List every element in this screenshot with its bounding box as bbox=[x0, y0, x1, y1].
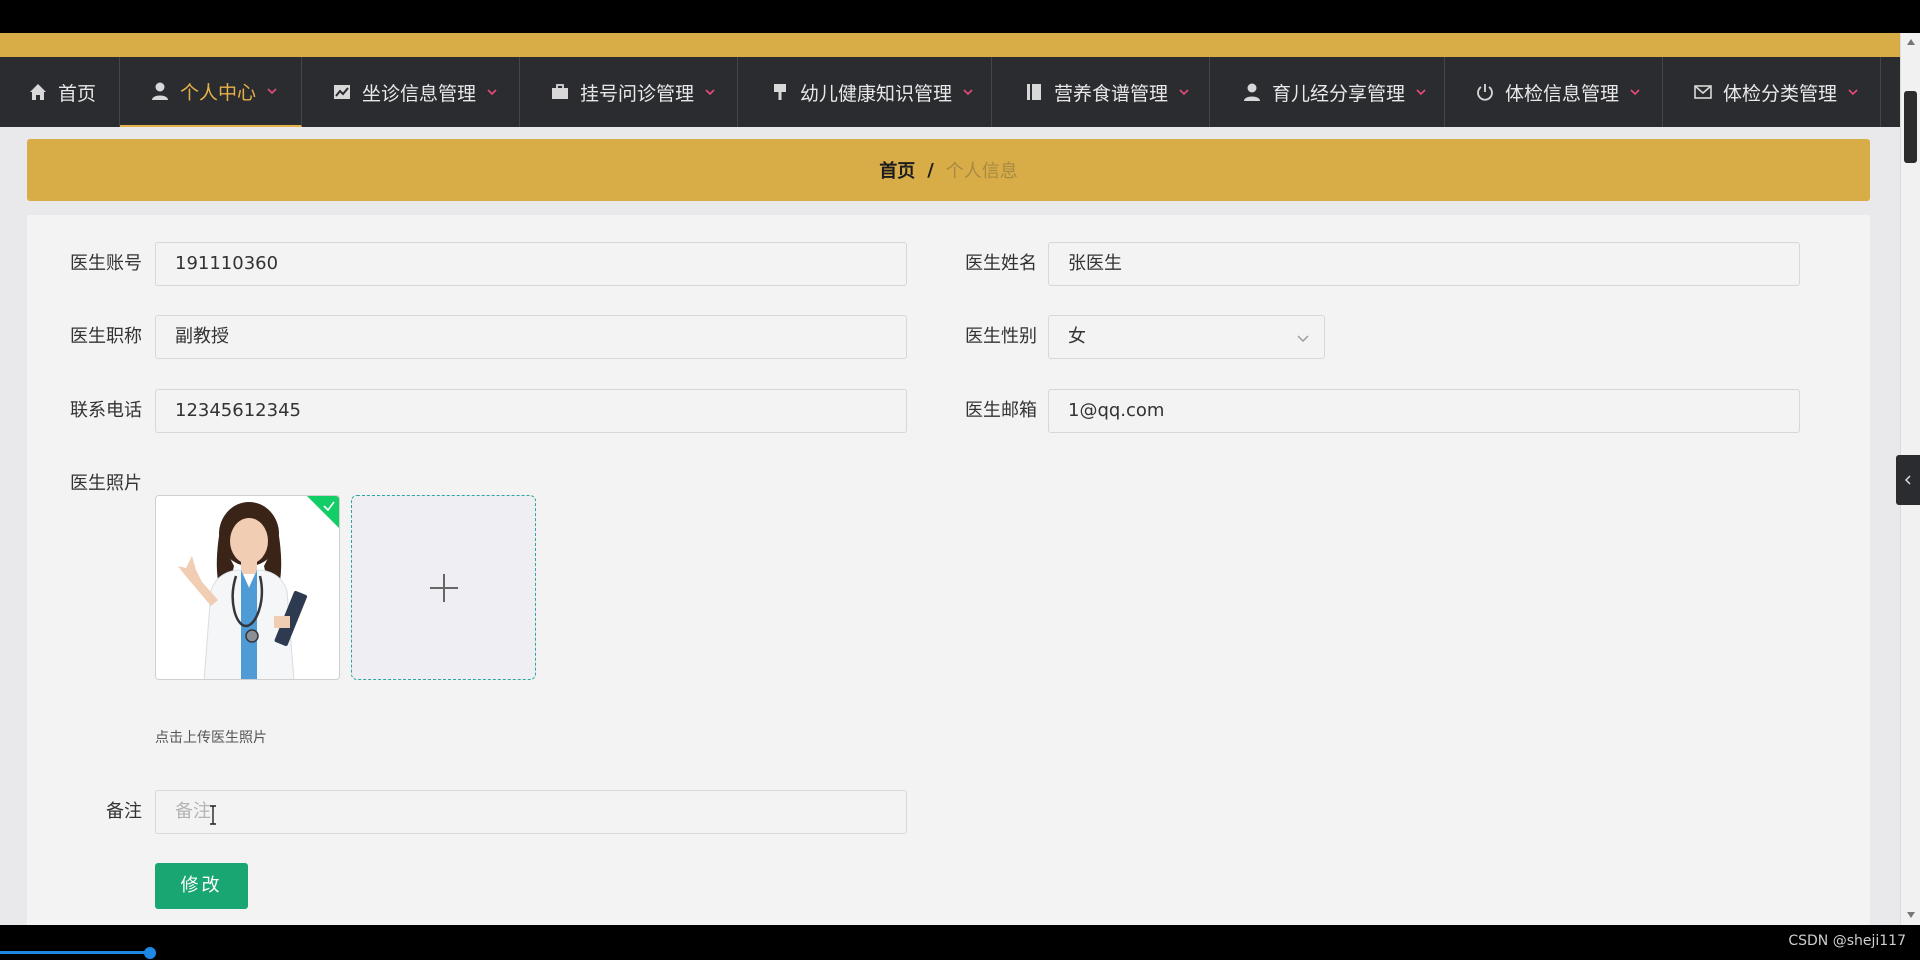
nav-item-parenting-share[interactable]: 育儿经分享管理 bbox=[1210, 57, 1445, 127]
name-input[interactable]: 张医生 bbox=[1048, 242, 1800, 286]
chevron-left-icon bbox=[1904, 475, 1911, 485]
chevron-down-icon bbox=[1629, 86, 1641, 98]
nav-item-child-health[interactable]: 幼儿健康知识管理 bbox=[738, 57, 992, 127]
check-icon bbox=[323, 501, 335, 512]
chevron-down-icon bbox=[486, 86, 498, 98]
chevron-down-icon bbox=[1415, 86, 1427, 98]
nav-item-label: 坐诊信息管理 bbox=[362, 82, 477, 105]
nav-item-label: 育儿经分享管理 bbox=[1272, 82, 1406, 105]
nav-item-label: 营养食谱管理 bbox=[1054, 82, 1169, 105]
email-label: 医生邮箱 bbox=[965, 400, 1037, 421]
breadcrumb-home-link[interactable]: 首页 bbox=[879, 157, 915, 183]
power-icon bbox=[1475, 82, 1495, 102]
nav-item-label: 幼儿健康知识管理 bbox=[800, 82, 953, 105]
chevron-down-icon bbox=[1296, 331, 1310, 345]
title-label: 医生职称 bbox=[70, 326, 142, 347]
user-icon bbox=[150, 81, 170, 101]
chevron-down-icon bbox=[266, 85, 278, 97]
brush-icon bbox=[770, 82, 790, 102]
scroll-down-icon[interactable] bbox=[1905, 909, 1917, 921]
chart-icon bbox=[332, 82, 352, 102]
user-icon bbox=[1242, 82, 1262, 102]
gender-selected-value: 女 bbox=[1068, 326, 1086, 347]
text-cursor-icon bbox=[210, 805, 216, 825]
nav-item-label: 首页 bbox=[58, 82, 97, 105]
chevron-down-icon bbox=[1847, 86, 1859, 98]
nav-item-checkup-category[interactable]: 体检分类管理 bbox=[1663, 57, 1881, 127]
email-input[interactable]: 1@qq.com bbox=[1048, 389, 1800, 433]
breadcrumb-current: 个人信息 bbox=[945, 161, 1018, 182]
book-icon bbox=[1024, 82, 1044, 102]
scroll-up-icon[interactable] bbox=[1905, 36, 1917, 48]
top-nav: 首页 个人中心 坐诊信息管理 挂号问诊管理 幼儿健康知识管理 营养食谱管理 育儿… bbox=[0, 57, 1900, 127]
photo-upload-hint: 点击上传医生照片 bbox=[155, 730, 267, 746]
nav-item-consult-info[interactable]: 坐诊信息管理 bbox=[302, 57, 520, 127]
nav-item-home[interactable]: 首页 bbox=[0, 57, 120, 127]
submit-button[interactable]: 修改 bbox=[155, 863, 248, 909]
nav-item-label: 体检分类管理 bbox=[1723, 82, 1838, 105]
screen: 首页 个人中心 坐诊信息管理 挂号问诊管理 幼儿健康知识管理 营养食谱管理 育儿… bbox=[0, 0, 1920, 960]
chevron-down-icon bbox=[704, 86, 716, 98]
mail-icon bbox=[1693, 82, 1713, 102]
briefcase-icon bbox=[550, 82, 570, 102]
nav-item-label: 体检信息管理 bbox=[1505, 82, 1620, 105]
chevron-down-icon bbox=[962, 86, 974, 98]
phone-input[interactable]: 12345612345 bbox=[155, 389, 907, 433]
plus-icon bbox=[429, 573, 458, 602]
browser-page: 首页 个人中心 坐诊信息管理 挂号问诊管理 幼儿健康知识管理 营养食谱管理 育儿… bbox=[0, 33, 1900, 925]
nav-item-registration[interactable]: 挂号问诊管理 bbox=[520, 57, 738, 127]
account-label: 医生账号 bbox=[70, 253, 142, 274]
photo-upload-button[interactable] bbox=[351, 495, 536, 680]
account-input[interactable]: 191110360 bbox=[155, 242, 907, 286]
gender-label: 医生性别 bbox=[965, 326, 1037, 347]
side-panel-toggle[interactable] bbox=[1896, 455, 1920, 505]
nav-item-nutrition-recipes[interactable]: 营养食谱管理 bbox=[992, 57, 1210, 127]
phone-label: 联系电话 bbox=[70, 400, 142, 421]
video-progress-handle[interactable] bbox=[144, 947, 156, 959]
chevron-down-icon bbox=[1178, 86, 1190, 98]
nav-item-personal-center[interactable]: 个人中心 bbox=[120, 57, 302, 127]
name-label: 医生姓名 bbox=[965, 253, 1037, 274]
remark-label: 备注 bbox=[106, 801, 142, 822]
home-icon bbox=[28, 82, 48, 102]
video-progress-bar[interactable] bbox=[0, 951, 150, 954]
title-input[interactable]: 副教授 bbox=[155, 315, 907, 359]
nav-item-label: 个人中心 bbox=[180, 81, 257, 104]
breadcrumb-separator: / bbox=[927, 159, 934, 181]
gender-select[interactable]: 女 bbox=[1048, 315, 1325, 359]
scrollbar-thumb[interactable] bbox=[1904, 91, 1917, 163]
profile-form: 医生账号 191110360 医生姓名 张医生 医生职称 副教授 医生性别 女 … bbox=[27, 215, 1870, 925]
watermark: CSDN @sheji117 bbox=[1788, 933, 1906, 949]
remark-input[interactable]: 备注 bbox=[155, 790, 907, 834]
nav-item-label: 挂号问诊管理 bbox=[580, 82, 695, 105]
photo-label: 医生照片 bbox=[70, 473, 142, 494]
doctor-photo[interactable] bbox=[155, 495, 340, 680]
nav-item-checkup-info[interactable]: 体检信息管理 bbox=[1445, 57, 1663, 127]
top-banner-strip bbox=[0, 33, 1900, 57]
breadcrumb: 首页 / 个人信息 bbox=[27, 139, 1870, 201]
